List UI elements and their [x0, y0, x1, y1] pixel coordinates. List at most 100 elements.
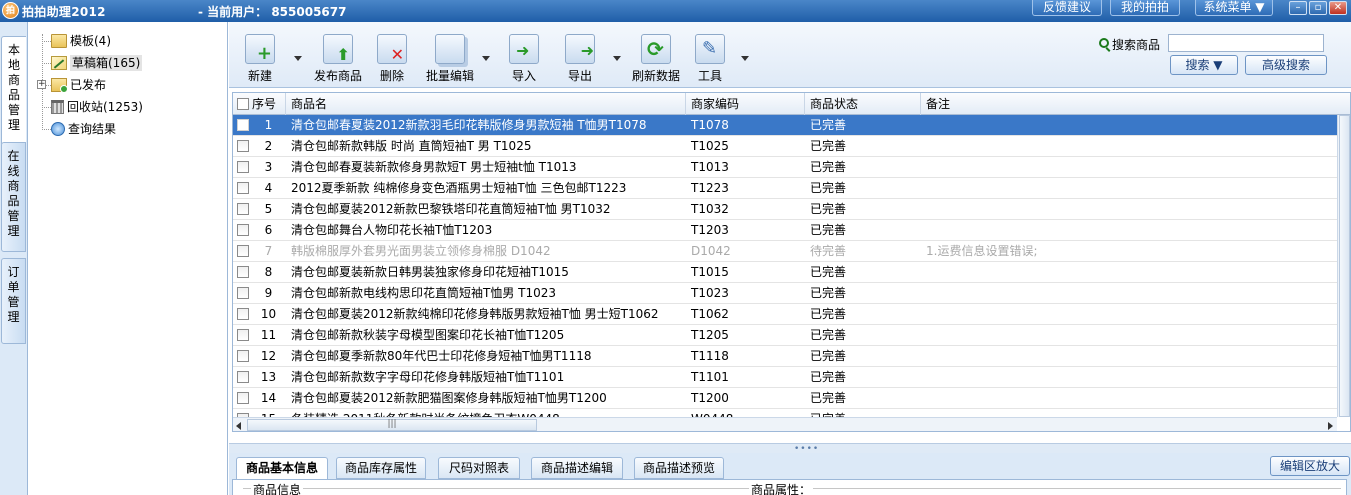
tab-basic-info[interactable]: 商品基本信息 — [236, 457, 328, 481]
close-icon[interactable]: ✕ — [1329, 1, 1347, 15]
tab-stock-attrs[interactable]: 商品库存属性 — [336, 457, 426, 479]
row-checkbox[interactable] — [237, 287, 249, 299]
expand-editor-button[interactable]: 编辑区放大 — [1270, 456, 1350, 476]
row-checkbox[interactable] — [237, 371, 249, 383]
module-tabs: 本地商品管理 在线商品管理 订单管理 — [0, 22, 28, 495]
feedback-button[interactable]: 反馈建议 — [1032, 0, 1102, 16]
publish-button[interactable]: ⬆ 发布商品 — [313, 34, 363, 84]
row-checkbox[interactable] — [237, 308, 249, 320]
row-name: 清仓包邮新款数字字母印花修身韩版短袖T恤T1101 — [291, 370, 565, 384]
tree-item-templates[interactable]: 模板(4) — [51, 31, 111, 51]
row-checkbox[interactable] — [237, 392, 249, 404]
tab-local-products[interactable]: 本地商品管理 — [1, 36, 26, 146]
table-row[interactable]: 9 清仓包邮新款电线构思印花直筒短袖T恤男 T1023 T1023 已完善 — [233, 283, 1337, 304]
row-checkbox[interactable] — [237, 119, 249, 131]
row-note — [921, 325, 1337, 345]
row-checkbox[interactable] — [237, 266, 249, 278]
product-info-group: 商品信息 — [243, 481, 743, 495]
row-code: T1200 — [691, 391, 729, 405]
row-note — [921, 199, 1337, 219]
batch-edit-button[interactable]: 批量编辑 — [425, 34, 475, 84]
tree-item-drafts[interactable]: 草稿箱(165) — [51, 53, 143, 73]
row-checkbox[interactable] — [237, 224, 249, 236]
row-name: 清仓包邮夏装新款日韩男装独家修身印花短袖T1015 — [291, 265, 569, 279]
row-seq: 11 — [260, 328, 277, 342]
row-checkbox[interactable] — [237, 182, 249, 194]
system-menu-button[interactable]: 系统菜单 ▼ — [1195, 0, 1273, 16]
product-attr-group: 商品属性： — [741, 481, 1341, 495]
table-row[interactable]: 4 2012夏季新款 纯棉修身变色酒瓶男士短袖T恤 三色包邮T1223 T1223 已… — [233, 178, 1337, 199]
row-checkbox[interactable] — [237, 329, 249, 341]
panel-splitter[interactable]: •••• — [229, 443, 1351, 454]
table-row[interactable]: 8 清仓包邮夏装新款日韩男装独家修身印花短袖T1015 T1015 已完善 — [233, 262, 1337, 283]
tree-item-query-results[interactable]: 查询结果 — [51, 119, 116, 139]
row-note — [921, 115, 1337, 135]
header-name[interactable]: 商品名 — [286, 93, 686, 115]
scroll-right-icon[interactable] — [1328, 422, 1333, 430]
folder-icon — [51, 34, 67, 48]
refresh-button[interactable]: ⟳ 刷新数据 — [631, 34, 681, 84]
header-seq[interactable]: 序号 — [233, 93, 286, 115]
publish-icon: ⬆ — [323, 34, 353, 64]
row-name: 清仓包邮夏季新款80年代巴士印花修身短袖T恤男T1118 — [291, 349, 592, 363]
my-paipai-button[interactable]: 我的拍拍 — [1110, 0, 1180, 16]
table-row[interactable]: 1 清仓包邮春夏装2012新款羽毛印花韩版修身男款短袖 T恤男T1078 T1078… — [233, 115, 1337, 136]
search-button[interactable]: 搜索 ▼ — [1170, 55, 1238, 75]
table-row[interactable]: 7 韩版棉服厚外套男光面男装立领修身棉服 D1042 D1042 待完善 1.运费信息设… — [233, 241, 1337, 262]
refresh-label: 刷新数据 — [631, 69, 680, 83]
tools-button[interactable]: ✎ 工具 — [695, 34, 725, 84]
table-row[interactable]: 2 清仓包邮新款韩版 时尚 直筒短袖T 男 T1025 T1025 已完善 — [233, 136, 1337, 157]
row-checkbox[interactable] — [237, 350, 249, 362]
scroll-thumb[interactable]: ||| — [247, 419, 537, 431]
tab-desc-edit[interactable]: 商品描述编辑 — [531, 457, 623, 479]
row-name: 2012夏季新款 纯棉修身变色酒瓶男士短袖T恤 三色包邮T1223 — [291, 181, 627, 195]
tree-item-published[interactable]: 已发布 — [51, 75, 106, 95]
table-row[interactable]: 13 清仓包邮新款数字字母印花修身韩版短袖T恤T1101 T1101 已完善 — [233, 367, 1337, 388]
row-checkbox[interactable] — [237, 161, 249, 173]
table-row[interactable]: 14 清仓包邮夏装2012新款肥猫图案修身韩版短袖T恤男T1200 T1200 已完善 — [233, 388, 1337, 409]
tab-desc-preview[interactable]: 商品描述预览 — [634, 457, 724, 479]
scroll-left-icon[interactable] — [236, 422, 241, 430]
row-checkbox[interactable] — [237, 203, 249, 215]
new-dropdown-icon[interactable] — [294, 56, 302, 61]
table-row[interactable]: 12 清仓包邮夏季新款80年代巴士印花修身短袖T恤男T1118 T1118 已完善 — [233, 346, 1337, 367]
row-name: 清仓包邮春夏装新款修身男款短T 男士短袖t恤 T1013 — [291, 160, 577, 174]
splitter-grip-icon[interactable]: •••• — [794, 445, 819, 454]
row-seq: 14 — [260, 391, 277, 405]
group-title: 商品信息 — [251, 481, 304, 495]
tab-orders[interactable]: 订单管理 — [1, 258, 26, 344]
row-checkbox[interactable] — [237, 140, 249, 152]
new-button[interactable]: + 新建 — [243, 34, 277, 84]
table-row[interactable]: 11 清仓包邮新款秋装字母模型图案印花长袖T恤T1205 T1205 已完善 — [233, 325, 1337, 346]
row-code: T1032 — [691, 202, 729, 216]
search-input[interactable] — [1168, 34, 1324, 52]
tools-dropdown-icon[interactable] — [741, 56, 749, 61]
header-status[interactable]: 商品状态 — [805, 93, 921, 115]
header-note[interactable]: 备注 — [921, 93, 1350, 115]
import-button[interactable]: ➜ 导入 — [509, 34, 539, 84]
advanced-search-button[interactable]: 高级搜索 — [1245, 55, 1327, 75]
restore-icon[interactable]: ▫ — [1309, 1, 1327, 15]
header-code[interactable]: 商家编码 — [686, 93, 805, 115]
row-checkbox[interactable] — [237, 245, 249, 257]
scroll-thumb[interactable] — [1339, 115, 1350, 417]
table-row[interactable]: 10 清仓包邮夏装2012新款纯棉印花修身韩版男款短袖T恤 男士短T1062 T10… — [233, 304, 1337, 325]
minimize-icon[interactable]: – — [1289, 1, 1307, 15]
horizontal-scrollbar[interactable]: ||| — [233, 417, 1337, 431]
table-row[interactable]: 6 清仓包邮舞台人物印花长袖T恤T1203 T1203 已完善 — [233, 220, 1337, 241]
select-all-checkbox[interactable] — [237, 98, 249, 110]
tree-line — [42, 41, 51, 42]
table-row[interactable]: 5 清仓包邮夏装2012新款巴黎铁塔印花直筒短袖T恤 男T1032 T1032 已完善 — [233, 199, 1337, 220]
tree-item-recycle-bin[interactable]: 回收站(1253) — [51, 97, 143, 117]
export-dropdown-icon[interactable] — [613, 56, 621, 61]
tab-size-chart[interactable]: 尺码对照表 — [438, 457, 520, 479]
expand-toggle-icon[interactable]: + — [37, 80, 46, 89]
category-tree: + 模板(4) 草稿箱(165) 已发布 回收站(1253) 查询结果 — [29, 22, 228, 495]
tab-online-products[interactable]: 在线商品管理 — [1, 142, 26, 252]
vertical-scrollbar[interactable] — [1337, 115, 1350, 417]
batch-edit-dropdown-icon[interactable] — [482, 56, 490, 61]
table-row[interactable]: 3 清仓包邮春夏装新款修身男款短T 男士短袖t恤 T1013 T1013 已完善 — [233, 157, 1337, 178]
export-button[interactable]: ➜ 导出 — [565, 34, 595, 84]
delete-button[interactable]: ✕ 删除 — [377, 34, 407, 84]
trash-icon — [51, 100, 64, 114]
